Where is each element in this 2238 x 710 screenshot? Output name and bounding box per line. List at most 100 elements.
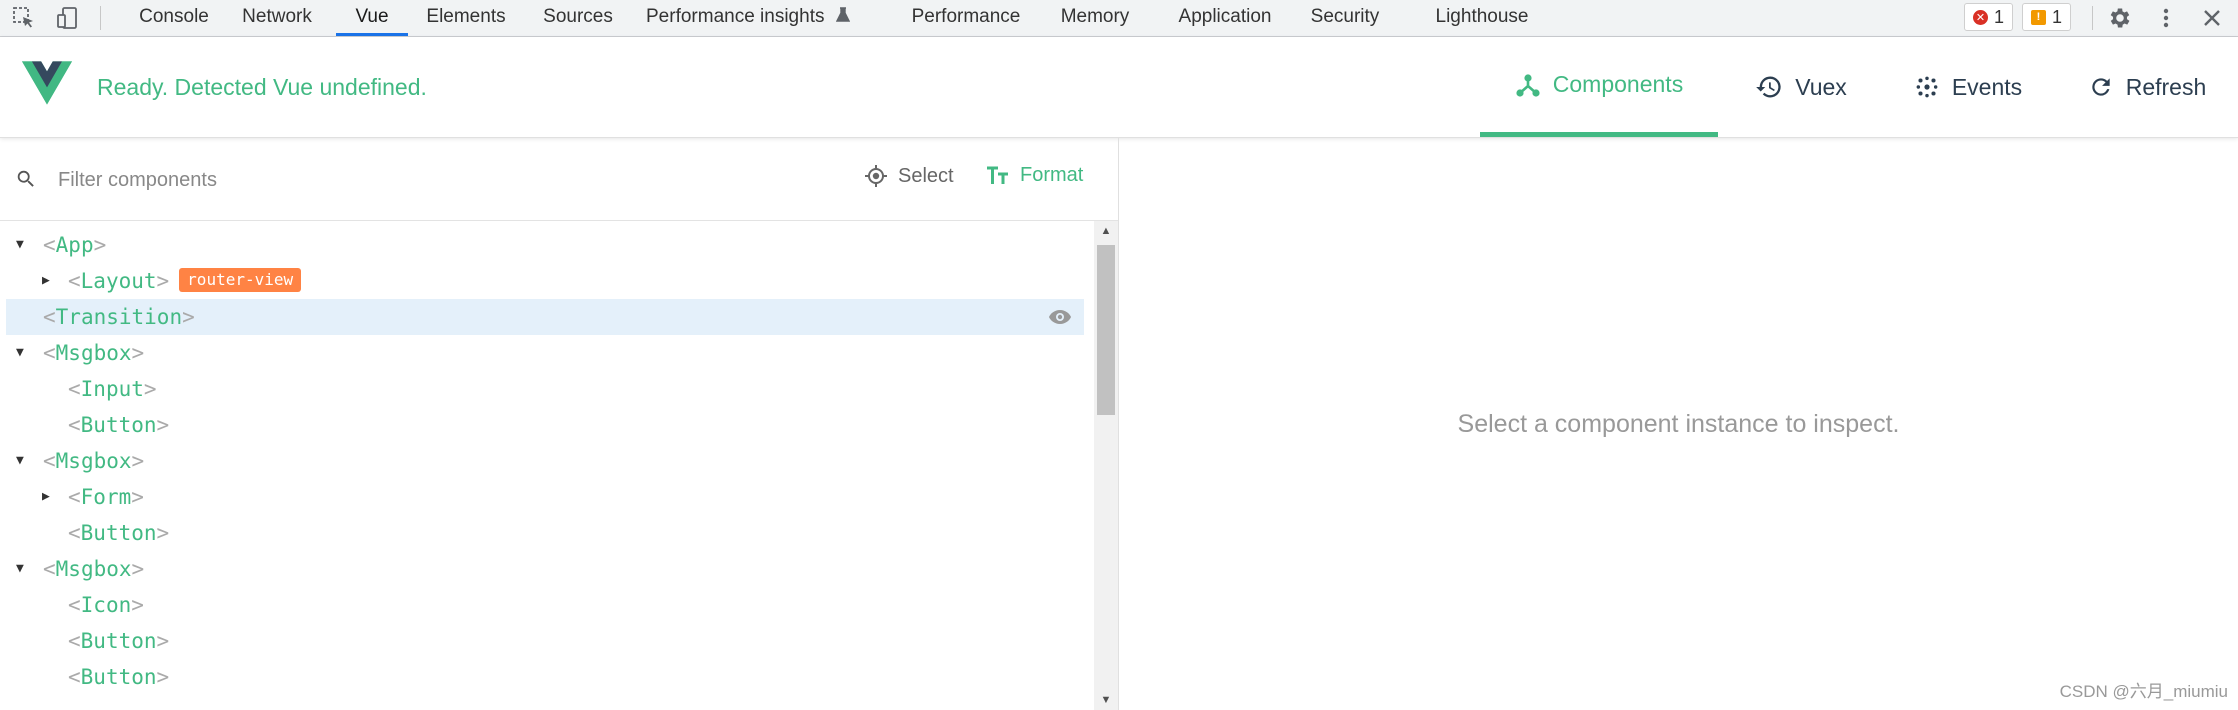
component-name: Button (80, 665, 157, 689)
component-tag: <Button> (68, 665, 170, 689)
filter-toolbar: Select Format (0, 138, 1118, 221)
text-format-icon (987, 166, 1008, 184)
tree-item[interactable]: <Input> (6, 371, 1084, 407)
tab-security[interactable]: Security (1305, 0, 1385, 36)
toolbar-divider (2092, 6, 2093, 30)
tree-item[interactable]: ▼ <Msgbox> (6, 335, 1084, 371)
filter-components-input[interactable] (58, 162, 658, 198)
devtools-tab-bar: Console Network Vue Elements Sources Per… (0, 0, 2238, 37)
component-name: Msgbox (55, 341, 132, 365)
select-label: Select (898, 164, 954, 187)
component-name: Input (80, 377, 144, 401)
warning-count: 1 (2052, 6, 2063, 27)
tree-item[interactable]: <Button> (6, 515, 1084, 551)
more-vert-icon[interactable] (2152, 4, 2180, 32)
warning-icon: ! (2031, 9, 2046, 25)
refresh-label: Refresh (2125, 73, 2207, 100)
component-tag: <Layout> router-view (68, 263, 302, 299)
component-tag: <App> (43, 233, 107, 257)
component-name: Transition (55, 305, 183, 329)
expand-arrow-icon[interactable]: ▼ (16, 227, 32, 263)
search-icon (17, 170, 34, 187)
component-name: Msgbox (55, 557, 132, 581)
tree-scrollbar[interactable]: ▲ ▼ (1094, 221, 1118, 710)
tab-memory[interactable]: Memory (1050, 0, 1140, 36)
expand-arrow-icon[interactable]: ▼ (16, 551, 32, 587)
tab-elements[interactable]: Elements (418, 0, 514, 36)
component-name: Button (80, 521, 157, 545)
close-icon[interactable] (2198, 4, 2226, 32)
inspector-empty-message: Select a component instance to inspect. (1457, 410, 1900, 438)
tab-vuex[interactable]: Vuex (1746, 37, 1856, 137)
scroll-down-arrow-icon[interactable]: ▼ (1098, 692, 1114, 708)
tab-components[interactable]: Components (1480, 37, 1718, 137)
tree-item[interactable]: <Button> (6, 659, 1084, 695)
scroll-up-arrow-icon[interactable]: ▲ (1098, 223, 1114, 239)
tab-lighthouse[interactable]: Lighthouse (1426, 0, 1538, 36)
tab-vuex-label: Vuex (1795, 73, 1847, 100)
tree-item[interactable]: <Button> (6, 407, 1084, 443)
tab-performance-insights-label: Performance insights (646, 6, 825, 27)
component-name: Msgbox (55, 449, 132, 473)
component-tag: <Button> (68, 413, 170, 437)
component-tag: <Button> (68, 629, 170, 653)
tree-item[interactable]: <Icon> (6, 587, 1084, 623)
tree-item[interactable]: ▼ <Msgbox> (6, 551, 1084, 587)
toolbar-divider (100, 6, 101, 30)
eye-icon[interactable] (1048, 308, 1072, 326)
vue-devtools-header: Ready. Detected Vue undefined. Component… (0, 37, 2238, 138)
collapsed-arrow-icon[interactable]: ▶ (42, 479, 58, 515)
expand-arrow-icon[interactable]: ▼ (16, 335, 32, 371)
component-tag: <Transition> (43, 305, 195, 329)
tree-item[interactable]: ▶ <Form> (6, 479, 1084, 515)
component-name: Icon (80, 593, 132, 617)
error-count: 1 (1994, 6, 2005, 27)
component-tag: <Msgbox> (43, 341, 145, 365)
tree-item[interactable]: ▼ <App> (6, 227, 1084, 263)
tab-performance[interactable]: Performance (904, 0, 1028, 36)
tab-components-label: Components (1552, 71, 1684, 97)
error-icon: ✕ (1973, 9, 1988, 25)
component-tree-pane: Select Format ▼ <App> ▶ <Layout>router-v… (0, 138, 1119, 710)
inspector-pane: Select a component instance to inspect. … (1119, 138, 2238, 710)
scrollbar-thumb[interactable] (1097, 245, 1115, 415)
tree-item-selected[interactable]: <Transition> (6, 299, 1084, 335)
error-count-badge[interactable]: ✕ 1 (1964, 3, 2014, 31)
flask-icon (835, 7, 850, 22)
vue-status-text: Ready. Detected Vue undefined. (97, 74, 427, 100)
components-icon (1516, 73, 1540, 97)
tree-item[interactable]: ▼ <Msgbox> (6, 443, 1084, 479)
component-tag: <Input> (68, 377, 157, 401)
warning-count-badge[interactable]: ! 1 (2022, 3, 2072, 31)
component-name: App (55, 233, 94, 257)
component-name: Button (80, 413, 157, 437)
inspect-icon[interactable] (10, 4, 38, 32)
events-icon (1916, 76, 1938, 98)
component-name: Button (80, 629, 157, 653)
tab-sources[interactable]: Sources (535, 0, 621, 36)
tab-events[interactable]: Events (1906, 37, 2030, 137)
component-tag: <Form> (68, 485, 144, 509)
tree-item[interactable]: ▶ <Layout> router-view (6, 263, 1084, 299)
history-icon (1756, 76, 1781, 98)
collapsed-arrow-icon[interactable]: ▶ (42, 263, 58, 299)
select-button[interactable]: Select (864, 164, 954, 188)
refresh-button[interactable]: Refresh (2082, 37, 2212, 137)
tab-console[interactable]: Console (124, 0, 224, 36)
format-button[interactable]: Format (986, 164, 1083, 187)
tab-network[interactable]: Network (232, 0, 322, 36)
tab-application[interactable]: Application (1165, 0, 1285, 36)
tab-vue[interactable]: Vue (336, 0, 408, 36)
gear-icon[interactable] (2106, 4, 2134, 32)
router-view-badge: router-view (179, 268, 302, 292)
component-tag: <Msgbox> (43, 557, 145, 581)
vue-logo (22, 61, 72, 105)
expand-arrow-icon[interactable]: ▼ (16, 443, 32, 479)
component-tree: ▼ <App> ▶ <Layout> router-view <Transitio… (0, 221, 1094, 710)
tab-performance-insights[interactable]: Performance insights (646, 0, 866, 36)
watermark: CSDN @六月_miumiu (2059, 682, 2228, 701)
component-tag: <Icon> (68, 593, 144, 617)
tree-item[interactable]: <Button> (6, 623, 1084, 659)
refresh-icon (2092, 78, 2110, 96)
device-toggle-icon[interactable] (53, 4, 81, 32)
